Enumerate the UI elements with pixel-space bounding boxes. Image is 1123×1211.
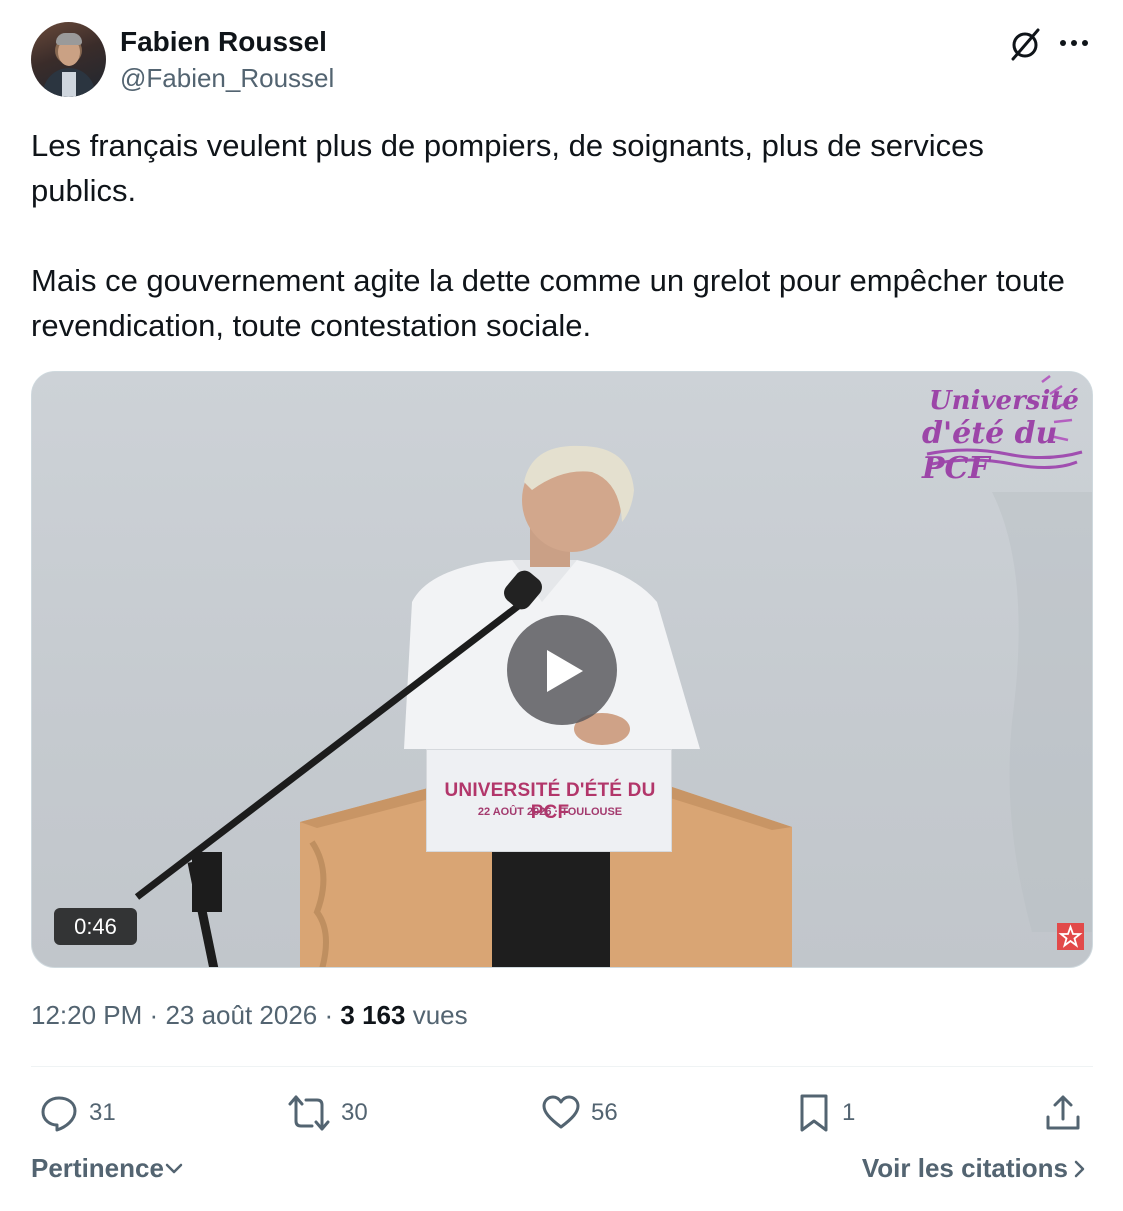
play-icon (547, 650, 583, 692)
bookmark-count: 1 (842, 1099, 856, 1126)
chevron-right-icon (1074, 1160, 1085, 1177)
tweet-header: Fabien Roussel @Fabien_Roussel (31, 22, 1093, 98)
repost-count: 30 (341, 1099, 368, 1126)
chevron-down-icon (165, 1163, 183, 1173)
repost-button[interactable]: 30 (287, 1088, 368, 1138)
divider (31, 1066, 1093, 1067)
sort-dropdown[interactable]: Pertinence (31, 1153, 184, 1184)
pcf-star-icon (1057, 923, 1084, 950)
heart-icon (542, 1095, 580, 1129)
views-label: vues (412, 1000, 468, 1030)
views-count: 3 163 (340, 1000, 406, 1030)
share-button[interactable] (1043, 1088, 1083, 1138)
podium-sign: UNIVERSITÉ D'ÉTÉ DU PCF 22 AOÛT 2026 · T… (426, 749, 672, 852)
view-quotes-link[interactable]: Voir les citations (862, 1153, 1090, 1184)
action-bar: 31 30 56 1 (31, 1088, 1093, 1138)
tweet-text: Les français veulent plus de pompiers, d… (31, 128, 1065, 343)
video-player[interactable]: Université d'été du PCF UNIVERSITÉ D'ÉTÉ… (31, 371, 1093, 968)
play-button[interactable] (507, 615, 617, 725)
grok-icon[interactable] (1007, 26, 1043, 62)
reply-count: 31 (89, 1099, 116, 1126)
tweet-time[interactable]: 12:20 PM (31, 1000, 142, 1030)
author-name[interactable]: Fabien Roussel (120, 26, 327, 58)
like-button[interactable]: 56 (541, 1088, 618, 1138)
bookmark-button[interactable]: 1 (796, 1088, 855, 1138)
video-duration: 0:46 (54, 908, 137, 945)
sort-label: Pertinence (31, 1153, 164, 1183)
tweet-meta: 12:20 PM · 23 août 2026 · 3 163 vues (31, 1000, 468, 1030)
avatar[interactable] (31, 22, 106, 97)
event-logo-line2: d'été du PCF (922, 416, 1058, 486)
tweet-date[interactable]: 23 août 2026 (165, 1000, 317, 1030)
author-handle[interactable]: @Fabien_Roussel (120, 63, 334, 94)
quotes-label: Voir les citations (861, 1153, 1068, 1183)
sign-subtitle: 22 AOÛT 2026 · TOULOUSE (477, 806, 623, 818)
reply-icon (41, 1096, 77, 1132)
repost-icon (288, 1095, 330, 1131)
reply-button[interactable]: 31 (39, 1088, 116, 1138)
bookmark-icon (800, 1094, 828, 1132)
share-icon (1046, 1095, 1080, 1130)
more-options-icon[interactable] (1055, 28, 1095, 58)
like-count: 56 (591, 1099, 618, 1126)
event-logo-line1: Université (929, 386, 1079, 416)
